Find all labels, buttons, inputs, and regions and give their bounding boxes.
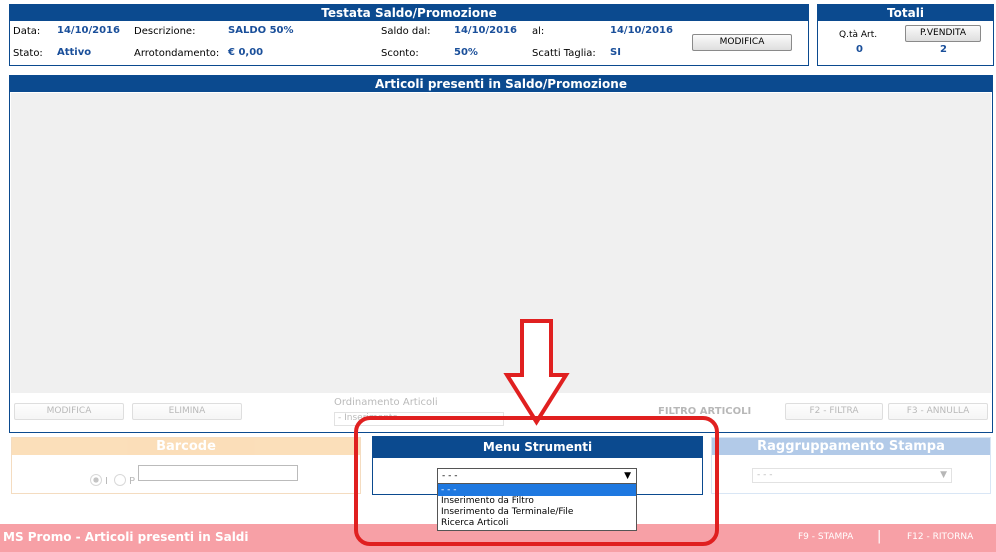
descrizione-label: Descrizione:	[134, 26, 196, 37]
barcode-panel: Barcode I P	[11, 437, 361, 494]
footer-separator: |	[877, 529, 882, 544]
menu-strumenti-dropdown[interactable]: - - - Inserimento da Filtro Inserimento …	[437, 483, 637, 531]
sconto-value: 50%	[454, 47, 478, 58]
modifica-articolo-button[interactable]: MODIFICA	[14, 403, 124, 420]
al-value: 14/10/2016	[610, 25, 673, 36]
annulla-button[interactable]: F3 - ANNULLA	[888, 403, 988, 420]
annotation-arrow	[503, 319, 570, 426]
barcode-title: Barcode	[12, 438, 360, 455]
modifica-testata-button[interactable]: MODIFICA	[692, 34, 792, 51]
raggruppamento-selected: - - -	[757, 470, 773, 480]
ordinamento-label: Ordinamento Articoli	[334, 397, 438, 408]
totali-panel: Totali Q.tà Art. P.VENDITA 0 2	[817, 4, 994, 66]
raggruppamento-panel: Raggruppamento Stampa - - - ▼	[711, 437, 991, 494]
pvendita-value: 2	[940, 44, 947, 55]
stato-label: Stato:	[13, 48, 43, 59]
qta-art-label: Q.tà Art.	[839, 30, 878, 40]
filtra-button[interactable]: F2 - FILTRA	[785, 403, 883, 420]
dropdown-option[interactable]: Inserimento da Terminale/File	[438, 507, 636, 518]
sconto-label: Sconto:	[381, 48, 419, 59]
testata-panel: Testata Saldo/Promozione Data: 14/10/201…	[9, 4, 809, 66]
stato-value: Attivo	[57, 47, 92, 58]
scatti-taglia-value: SI	[610, 47, 621, 58]
footer-title: MS Promo - Articoli presenti in Saldi	[3, 530, 249, 544]
barcode-input[interactable]	[138, 465, 298, 481]
ritorna-button[interactable]: F12 - RITORNA	[907, 532, 973, 542]
descrizione-value: SALDO 50%	[228, 25, 294, 36]
saldo-dal-label: Saldo dal:	[381, 26, 431, 37]
totali-title: Totali	[818, 5, 993, 21]
dropdown-option[interactable]: - - -	[438, 484, 636, 496]
articoli-title: Articoli presenti in Saldo/Promozione	[10, 76, 992, 92]
dropdown-option[interactable]: Inserimento da Filtro	[438, 496, 636, 507]
raggruppamento-select[interactable]: - - - ▼	[752, 468, 952, 483]
al-label: al:	[532, 26, 545, 37]
radio-i-label: I	[105, 476, 108, 487]
testata-title: Testata Saldo/Promozione	[10, 5, 808, 21]
scatti-taglia-label: Scatti Taglia:	[532, 48, 596, 59]
data-label: Data:	[13, 26, 41, 37]
saldo-dal-value: 14/10/2016	[454, 25, 517, 36]
arrotondamento-label: Arrotondamento:	[134, 48, 220, 59]
arrotondamento-value: € 0,00	[228, 47, 264, 58]
radio-i[interactable]	[90, 474, 102, 486]
stampa-button[interactable]: F9 - STAMPA	[798, 532, 853, 542]
radio-p[interactable]	[114, 474, 126, 486]
qta-art-value: 0	[856, 44, 863, 55]
dropdown-option[interactable]: Ricerca Articoli	[438, 518, 636, 529]
elimina-articolo-button[interactable]: ELIMINA	[132, 403, 242, 420]
radio-p-label: P	[129, 476, 136, 487]
pvendita-button[interactable]: P.VENDITA	[905, 25, 981, 42]
chevron-down-icon: ▼	[940, 470, 947, 480]
raggruppamento-title: Raggruppamento Stampa	[712, 438, 990, 455]
data-value: 14/10/2016	[57, 25, 120, 36]
